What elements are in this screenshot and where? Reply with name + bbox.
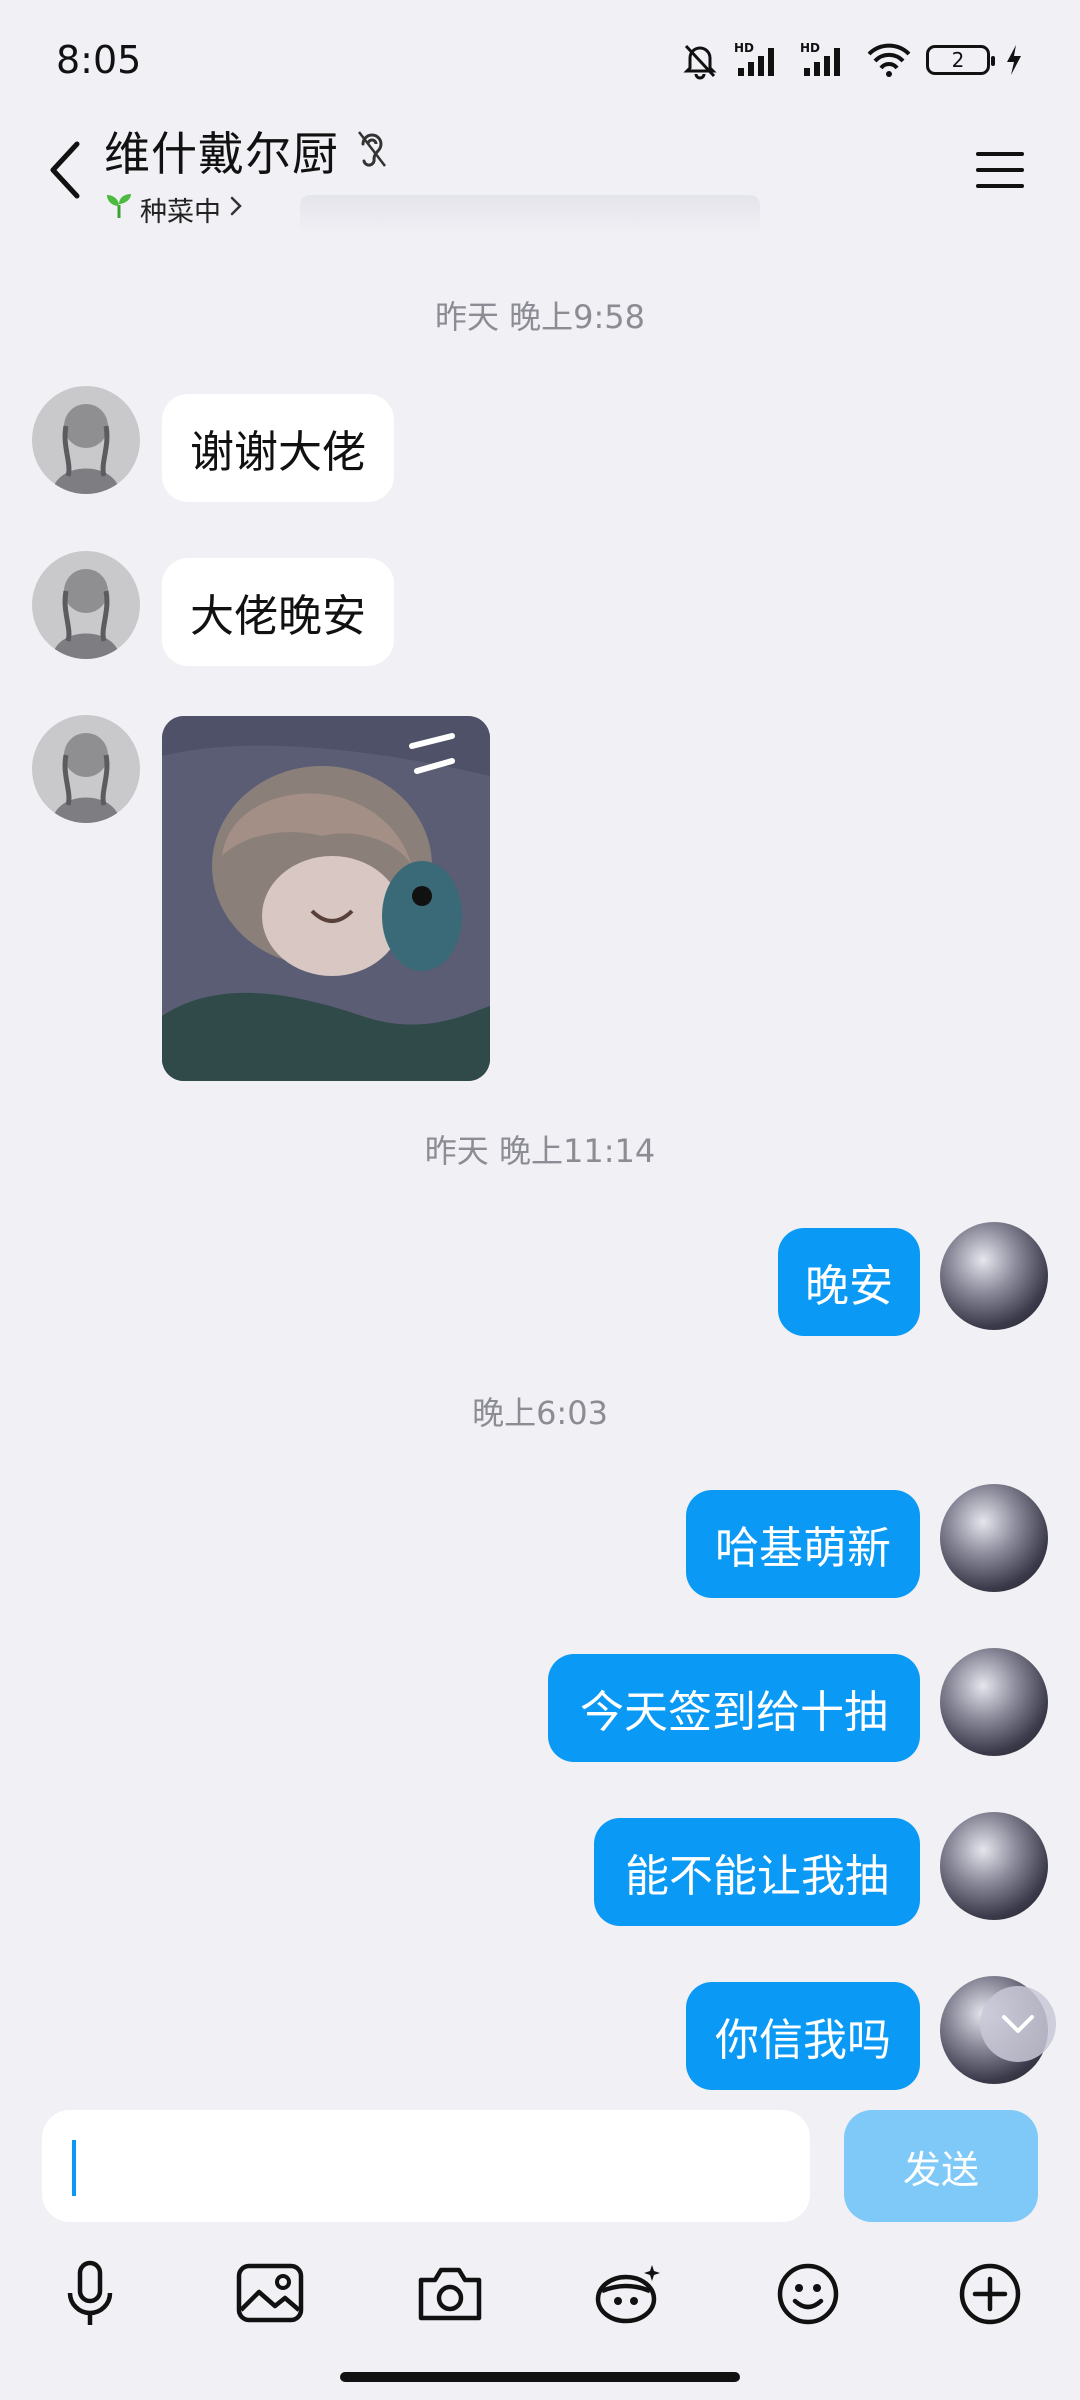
status-icons: HD HD 2 <box>680 40 1024 80</box>
svg-text:HD: HD <box>734 41 754 55</box>
message-bubble[interactable]: 谢谢大佬 <box>162 394 394 502</box>
status-time: 8:05 <box>56 38 142 82</box>
composer: 发送 <box>0 2094 1080 2400</box>
chevron-down-icon <box>1002 2015 1034 2033</box>
voice-button[interactable] <box>40 2244 140 2344</box>
scroll-to-bottom-button[interactable] <box>980 1986 1056 2062</box>
ear-icon[interactable] <box>355 128 389 174</box>
red-packet-icon <box>595 2265 660 2324</box>
sprout-icon <box>104 192 134 227</box>
my-avatar[interactable] <box>940 1812 1048 1920</box>
back-icon <box>50 141 80 199</box>
charging-icon <box>1004 43 1024 77</box>
red-packet-button[interactable] <box>578 2244 678 2344</box>
send-button[interactable]: 发送 <box>844 2110 1038 2222</box>
battery-icon: 2 <box>926 45 995 75</box>
message-bubble-self[interactable]: 哈基萌新 <box>686 1490 920 1598</box>
header-fade <box>300 195 760 235</box>
timestamp: 晚上6:03 <box>472 1394 608 1432</box>
my-avatar[interactable] <box>940 1484 1048 1592</box>
menu-icon <box>976 152 1024 188</box>
hd-signal-icon: HD <box>800 40 852 80</box>
status-text: 种菜中 <box>140 197 221 228</box>
wifi-icon <box>866 40 912 80</box>
menu-button[interactable] <box>970 140 1030 200</box>
plus-icon <box>959 2263 1021 2325</box>
contact-avatar[interactable] <box>32 386 140 494</box>
home-indicator[interactable] <box>340 2372 740 2382</box>
microphone-icon <box>67 2260 113 2325</box>
composer-toolbar <box>0 2244 1080 2344</box>
chevron-right-icon <box>227 194 245 225</box>
photo-button[interactable] <box>220 2244 320 2344</box>
timestamp: 昨天 晚上9:58 <box>434 298 646 336</box>
contact-avatar[interactable] <box>32 551 140 659</box>
sticker-image[interactable] <box>162 716 490 1081</box>
status-bar: 8:05 HD HD 2 <box>0 0 1080 120</box>
my-avatar[interactable] <box>940 1222 1048 1330</box>
message-bubble-self[interactable]: 今天签到给十抽 <box>548 1654 920 1762</box>
svg-text:HD: HD <box>800 41 820 55</box>
emoji-icon <box>777 2263 839 2325</box>
message-bubble[interactable]: 大佬晚安 <box>162 558 394 666</box>
my-avatar[interactable] <box>940 1648 1048 1756</box>
mute-bell-icon <box>680 40 720 80</box>
contact-avatar[interactable] <box>32 715 140 823</box>
image-icon <box>236 2263 304 2323</box>
text-caret <box>72 2140 76 2196</box>
more-button[interactable] <box>940 2244 1040 2344</box>
camera-icon <box>418 2267 482 2321</box>
message-bubble-self[interactable]: 你信我吗 <box>686 1982 920 2090</box>
back-button[interactable] <box>30 130 100 210</box>
chat-title: 维什戴尔厨 <box>104 127 339 181</box>
message-input[interactable] <box>42 2110 810 2222</box>
emoji-button[interactable] <box>758 2244 858 2344</box>
message-bubble-self[interactable]: 晚安 <box>778 1228 920 1336</box>
timestamp: 昨天 晚上11:14 <box>424 1132 656 1170</box>
hd-signal-icon: HD <box>734 40 786 80</box>
camera-button[interactable] <box>400 2244 500 2344</box>
message-bubble-self[interactable]: 能不能让我抽 <box>594 1818 920 1926</box>
